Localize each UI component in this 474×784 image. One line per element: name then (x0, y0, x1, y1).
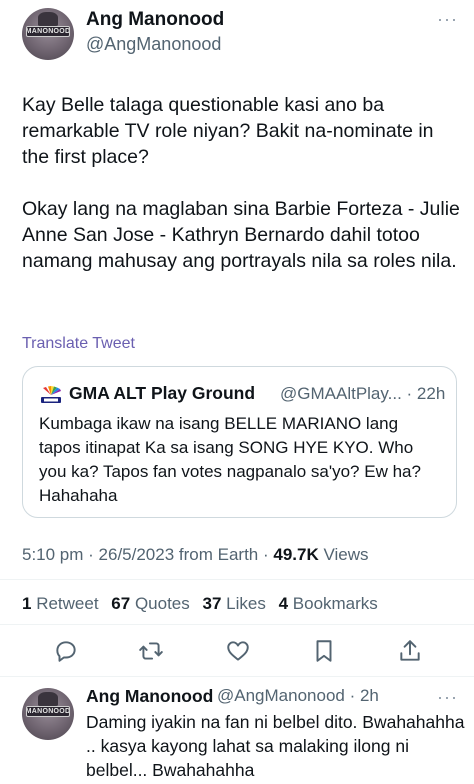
quoted-tweet-card[interactable]: GMA ALT Play Ground @GMAAltPlay... · 22h… (22, 366, 457, 518)
avatar-hat-shape (37, 12, 59, 26)
likes-label: Likes (221, 594, 266, 613)
reply-tweet-text: Daming iyakin na fan ni belbel dito. Bwa… (86, 712, 465, 780)
divider (0, 579, 474, 580)
reply-button[interactable] (53, 638, 79, 664)
reply-author-name[interactable]: Ang Manonood (86, 686, 213, 707)
engagement-stats: 1 Retweet 67 Quotes 37 Likes 4 Bookmarks (22, 594, 386, 614)
tweet-paragraph: Kay Belle talaga questionable kasi ano b… (22, 94, 434, 168)
retweets-stat[interactable]: 1 Retweet (22, 594, 99, 613)
quoted-handle-time: @GMAAltPlay... · 22h (280, 384, 446, 403)
author-avatar[interactable]: MANONOOD (22, 8, 74, 60)
quotes-stat[interactable]: 67 Quotes (111, 594, 189, 613)
author-handle[interactable]: @AngManonood (86, 34, 221, 55)
reply-author-avatar[interactable]: MANONOOD (22, 688, 74, 740)
avatar-hat-shape (37, 692, 59, 706)
like-icon (227, 641, 249, 661)
avatar-logo-text: MANONOOD (26, 705, 70, 718)
bookmarks-label: Bookmarks (288, 594, 378, 613)
retweet-icon (139, 642, 163, 660)
tweet-text: Kay Belle talaga questionable kasi ano b… (22, 92, 462, 274)
quoted-author-name: GMA ALT Play Ground (69, 383, 256, 403)
divider (0, 624, 474, 625)
more-options-icon[interactable]: ··· (437, 688, 458, 706)
divider (0, 676, 474, 677)
bookmark-button[interactable] (311, 638, 337, 664)
bookmark-icon (316, 640, 332, 662)
retweet-button[interactable] (138, 638, 164, 664)
tweet-paragraph: Okay lang na maglaban sina Barbie Fortez… (22, 198, 460, 272)
gma-network-logo-icon (41, 386, 61, 403)
timestamp-source[interactable]: 5:10 pm · 26/5/2023 from Earth · (22, 545, 273, 564)
reply-handle-time[interactable]: @AngManonood · 2h (217, 686, 379, 706)
likes-stat[interactable]: 37 Likes (203, 594, 266, 613)
quotes-count: 67 (111, 594, 131, 613)
author-name[interactable]: Ang Manonood (86, 9, 224, 31)
avatar-logo-text: MANONOOD (26, 25, 70, 38)
bookmarks-count: 4 (278, 594, 289, 613)
tweet-metadata: 5:10 pm · 26/5/2023 from Earth · 49.7K V… (22, 545, 369, 565)
share-button[interactable] (397, 638, 423, 664)
quoted-tweet-text: Kumbaga ikaw na isang BELLE MARIANO lang… (39, 414, 421, 505)
translate-tweet-link[interactable]: Translate Tweet (22, 335, 135, 353)
views-label: Views (318, 545, 369, 564)
share-icon (400, 640, 420, 661)
views-count[interactable]: 49.7K (273, 545, 318, 564)
quotes-label: Quotes (130, 594, 190, 613)
retweets-label: Retweet (31, 594, 99, 613)
reply-icon (56, 641, 76, 662)
more-options-icon[interactable]: ··· (437, 10, 458, 28)
like-button[interactable] (225, 638, 251, 664)
likes-count: 37 (202, 594, 222, 613)
bookmarks-stat[interactable]: 4 Bookmarks (279, 594, 378, 613)
